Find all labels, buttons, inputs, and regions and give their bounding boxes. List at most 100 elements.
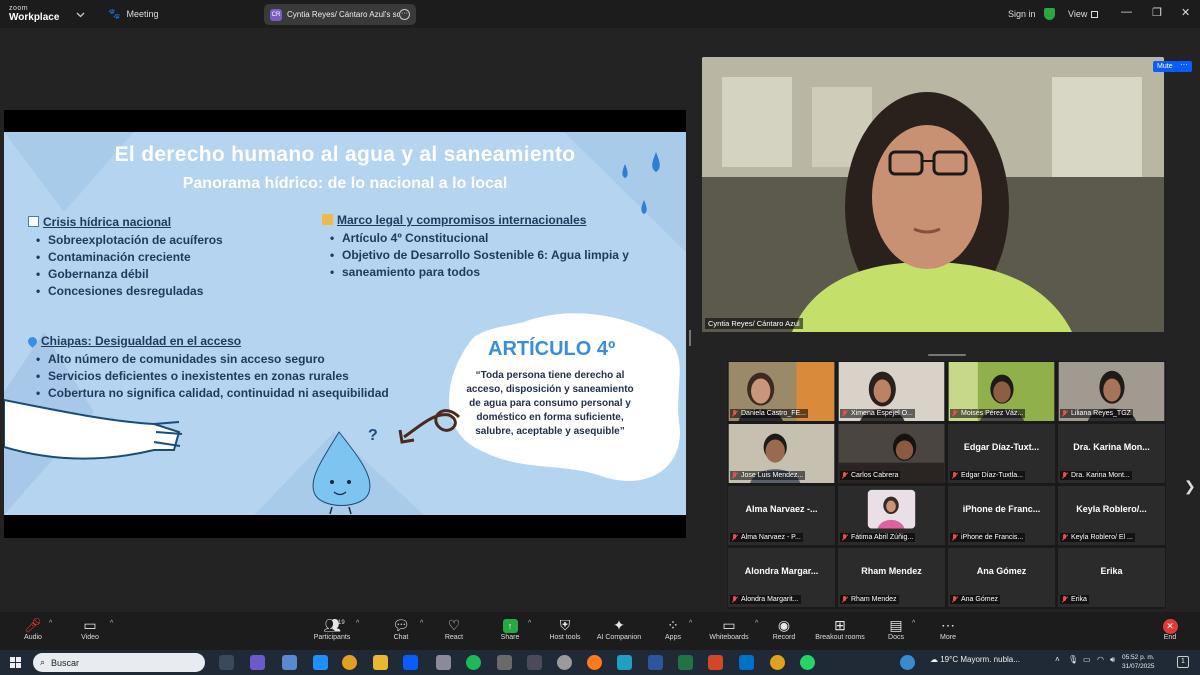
participant-tile[interactable]: Ximena Espejel O... xyxy=(837,361,946,422)
caret-up-icon[interactable]: ^ xyxy=(912,620,915,627)
participant-tile[interactable]: Ana Gómez Ana Gómez xyxy=(947,547,1056,608)
powerpoint-icon[interactable] xyxy=(708,655,723,670)
camera-icon[interactable] xyxy=(527,655,542,670)
gallery-resize-handle[interactable] xyxy=(928,354,966,356)
clock-date: 31/07/2025 xyxy=(1122,663,1155,670)
share-button[interactable]: ↑ Share ^ xyxy=(480,616,540,641)
participant-tile[interactable]: Erika Erika xyxy=(1057,547,1166,608)
firefox-icon[interactable] xyxy=(587,655,602,670)
participant-tile[interactable]: Moisés Pérez Váz... xyxy=(947,361,1056,422)
app-icon[interactable] xyxy=(617,655,632,670)
participant-tile[interactable]: Alma Narvaez -... Alma Narvaez - P... xyxy=(727,485,836,546)
audio-button[interactable]: 🎤︎ Audio ^ xyxy=(3,616,63,641)
breakout-rooms-button[interactable]: ⊞ Breakout rooms xyxy=(810,616,870,641)
maximize-icon[interactable]: ❐ xyxy=(1152,6,1162,19)
audio-label: Audio xyxy=(24,634,42,641)
task-view-icon[interactable] xyxy=(219,655,234,670)
copilot-icon[interactable] xyxy=(250,655,265,670)
weather-text: 19°C Mayorm. nubla... xyxy=(940,655,1020,664)
volume-icon[interactable]: 🔊︎ xyxy=(1110,655,1115,665)
caret-up-icon[interactable]: ^ xyxy=(420,620,423,627)
zoom-app-icon[interactable] xyxy=(403,655,418,670)
view-button[interactable]: View xyxy=(1068,0,1099,28)
section-heading-crisis: Crisis hídrica nacional xyxy=(28,215,171,229)
app-icon[interactable] xyxy=(557,655,572,670)
speaker-more-button[interactable]: ··· xyxy=(1176,61,1192,72)
chrome-icon[interactable] xyxy=(770,655,785,670)
participant-tile[interactable]: Dra. Karina Mon... Dra. Karina Mont... xyxy=(1057,423,1166,484)
edge-icon[interactable] xyxy=(313,655,328,670)
participant-tile[interactable]: Edgar Díaz-Tuxt... Edgar Díaz-Tuxtla... xyxy=(947,423,1056,484)
chat-button[interactable]: 💬︎ Chat ^ xyxy=(371,616,431,641)
record-button[interactable]: ◉ Record xyxy=(754,616,814,641)
more-button[interactable]: ⋯ More xyxy=(918,616,978,641)
apps-button[interactable]: ⁘ Apps ^ xyxy=(643,616,703,641)
notification-badge[interactable]: 1 xyxy=(1177,656,1189,668)
app-icon[interactable] xyxy=(497,655,512,670)
participant-tile[interactable]: Daniela Castro_FE... xyxy=(727,361,836,422)
participant-display-name: Ana Gómez xyxy=(976,566,1027,576)
excel-icon[interactable] xyxy=(678,655,693,670)
more-options-icon[interactable]: ··· xyxy=(399,9,410,20)
participants-button[interactable]: 👥︎ 19 Participants ^ xyxy=(302,616,362,641)
close-icon[interactable]: ✕ xyxy=(1181,6,1190,19)
caret-up-icon[interactable]: ^ xyxy=(356,620,359,627)
panel-splitter[interactable] xyxy=(689,330,691,346)
microphone-icon[interactable]: 🎙︎ xyxy=(1068,655,1078,664)
security-shield-icon[interactable] xyxy=(1044,0,1055,28)
participant-tile[interactable]: Alondra Margar... Alondra Margarit... xyxy=(727,547,836,608)
participant-display-name: Rham Mendez xyxy=(861,566,922,576)
gallery-next-page-icon[interactable]: ❯ xyxy=(1184,478,1196,495)
app-icon[interactable] xyxy=(436,655,451,670)
participant-tile[interactable]: Liliana Reyes_TGZ xyxy=(1057,361,1166,422)
marco-list: Artículo 4º Constitucional Objetivo de D… xyxy=(328,230,629,281)
clock[interactable]: 05:52 p. m. 31/07/2025 xyxy=(1122,653,1155,671)
wifi-icon[interactable]: ◠ xyxy=(1097,655,1104,664)
paw-icon: 🐾 xyxy=(108,8,121,20)
word-icon[interactable] xyxy=(648,655,663,670)
caret-up-icon[interactable]: ^ xyxy=(689,620,692,627)
participant-tile[interactable]: Keyla Roblero/... Keyla Roblero/ El ... xyxy=(1057,485,1166,546)
tab-screen-share[interactable]: CR Cyntia Reyes/ Cántaro Azul's scre ··· xyxy=(264,4,416,25)
video-button[interactable]: ▭ Video ^ xyxy=(60,616,120,641)
mute-button[interactable]: Mute xyxy=(1153,61,1177,72)
store-icon[interactable] xyxy=(282,655,297,670)
question-mark: ? xyxy=(368,427,378,444)
react-label: React xyxy=(444,634,464,641)
outlook-icon[interactable] xyxy=(739,655,754,670)
slide-title: El derecho humano al agua y al saneamien… xyxy=(114,143,576,166)
caret-up-icon[interactable]: ^ xyxy=(110,620,113,627)
chrome-icon[interactable] xyxy=(342,655,357,670)
participant-tile[interactable]: iPhone de Franc... iPhone de Francis... xyxy=(947,485,1056,546)
app-icon[interactable] xyxy=(900,655,915,670)
spotify-icon[interactable] xyxy=(466,655,481,670)
participant-name: Erika xyxy=(1060,595,1089,604)
ai-companion-button[interactable]: ✦ AI Companion xyxy=(589,616,649,641)
chevron-up-icon[interactable]: ˄ xyxy=(1055,655,1060,664)
participant-tile[interactable]: Fátima Abril Zúñig... xyxy=(837,485,946,546)
network-icon[interactable]: ▭ xyxy=(1083,655,1091,664)
participant-tile[interactable]: Rham Mendez Rham Mendez xyxy=(837,547,946,608)
active-speaker-video[interactable]: Cyntia Reyes/ Cántaro Azul xyxy=(702,57,1164,332)
sparkle-icon: ✦ xyxy=(613,617,625,633)
participant-display-name: Dra. Karina Mon... xyxy=(1073,442,1150,452)
whatsapp-icon[interactable] xyxy=(800,655,815,670)
tab-meeting[interactable]: 🐾 Meeting xyxy=(108,0,158,28)
taskbar-search[interactable]: ⌕ Buscar xyxy=(33,653,205,672)
caret-up-icon[interactable]: ^ xyxy=(49,620,52,627)
end-button[interactable]: ✕ End xyxy=(1140,616,1200,641)
sign-in-link[interactable]: Sign in xyxy=(1008,0,1036,28)
participant-name: Keyla Roblero/ El ... xyxy=(1060,533,1135,542)
dropdown-icon[interactable] xyxy=(76,0,85,28)
caret-up-icon[interactable]: ^ xyxy=(528,620,531,627)
whiteboards-button[interactable]: ▭ Whiteboards ^ xyxy=(699,616,759,641)
file-explorer-icon[interactable] xyxy=(373,655,388,670)
host-tools-button[interactable]: ⛨ Host tools xyxy=(535,616,595,641)
participant-tile[interactable]: Carlos Cabrera xyxy=(837,423,946,484)
minimize-icon[interactable]: — xyxy=(1121,6,1132,18)
windows-start-icon[interactable] xyxy=(10,657,21,668)
react-button[interactable]: ♡ React xyxy=(424,616,484,641)
participant-tile[interactable]: Jose Luis Mendez... xyxy=(727,423,836,484)
docs-button[interactable]: ▤ Docs ^ xyxy=(866,616,926,641)
weather-widget[interactable]: ☁ 19°C Mayorm. nubla... xyxy=(930,655,1020,664)
